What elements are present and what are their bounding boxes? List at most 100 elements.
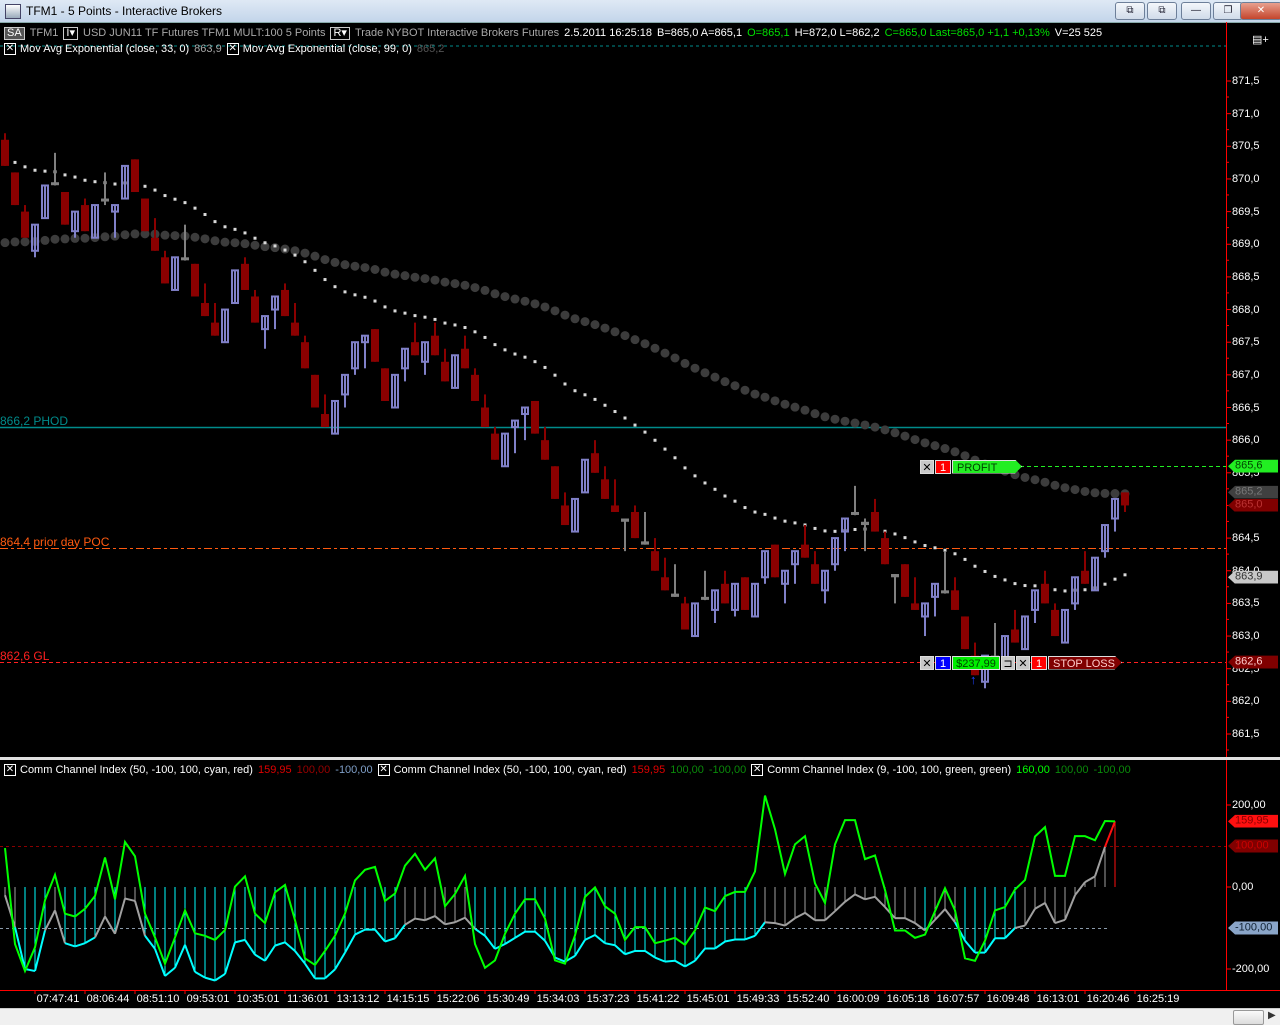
horizontal-scrollbar[interactable]: ▶: [0, 1008, 1280, 1025]
cci50-segment: [764, 921, 776, 925]
ema33-dot: [1033, 584, 1037, 588]
cci50-segment: [664, 959, 676, 963]
stop-order-label[interactable]: STOP LOSS: [1048, 655, 1122, 670]
ema33-dot: [33, 168, 37, 172]
ema99-dot: [1110, 489, 1120, 499]
cci50-segment: [574, 939, 586, 957]
ema33-dot: [163, 194, 167, 198]
reverse-position-icon[interactable]: ⊐: [1001, 655, 1015, 670]
ema33-dot: [1103, 582, 1107, 586]
cci50-segment: [794, 911, 806, 920]
entry-arrow-icon: ↑: [970, 672, 977, 687]
ema33-dot: [533, 360, 537, 364]
time-axis-label: 16:07:57: [936, 993, 980, 1005]
price-marker: 863,9: [1228, 570, 1278, 584]
price-axis-label: 862,0: [1232, 695, 1260, 708]
cci3-label[interactable]: Comm Channel Index (9, -100, 100, green,…: [767, 764, 1011, 776]
ema99-label[interactable]: Mov Avg Exponential (close, 99, 0): [243, 43, 412, 55]
cci50-segment: [1014, 924, 1026, 929]
cci2-label[interactable]: Comm Channel Index (50, -100, 100, cyan,…: [394, 764, 627, 776]
cci1-label[interactable]: Comm Channel Index (50, -100, 100, cyan,…: [20, 764, 253, 776]
candle-down: [381, 368, 389, 401]
ema33-dot: [913, 540, 917, 544]
remove-cci2-icon[interactable]: ✕: [377, 764, 390, 776]
profit-order-label[interactable]: PROFIT TGT: [952, 459, 1022, 474]
ema33-dot: [953, 552, 957, 556]
time-axis-label: 16:20:46: [1086, 993, 1130, 1005]
remove-cci3-icon[interactable]: ✕: [751, 764, 764, 776]
scrollbar-thumb[interactable]: [1233, 1010, 1264, 1025]
candle-down: [441, 361, 449, 382]
cci1-upper: 100,00: [296, 764, 331, 776]
close-position-icon[interactable]: ✕: [920, 655, 934, 670]
profit-target-order[interactable]: ✕ 1 PROFIT TGT: [920, 459, 1023, 474]
candle-down: [961, 616, 969, 650]
level-label: 864,4 prior day POC: [0, 534, 110, 549]
panel-menu-icon[interactable]: ▤+: [1252, 33, 1269, 46]
ema33-dot: [93, 180, 97, 184]
price-marker: 862,6: [1228, 655, 1278, 669]
ema99-dot: [900, 431, 910, 441]
chart-header: SA TFM1 I▾ USD JUN11 TF Futures TFM1 MUL…: [4, 26, 1107, 40]
cci50-segment: [324, 968, 336, 980]
ema99-dot: [120, 230, 130, 240]
ema99-dot: [810, 409, 820, 419]
remove-cci1-icon[interactable]: ✕: [4, 764, 16, 776]
price-axis-label: 864,5: [1232, 532, 1260, 545]
ema33-dot: [1063, 589, 1067, 593]
ema99-dot: [100, 232, 110, 242]
cci50-segment: [264, 945, 276, 962]
ema99-dot: [190, 232, 200, 242]
profit-order-qty[interactable]: 1: [935, 459, 951, 474]
candle-doji: [941, 590, 949, 594]
ema33-label[interactable]: Mov Avg Exponential (close, 33, 0): [20, 43, 189, 55]
cci-marker: 100,00: [1228, 839, 1278, 853]
ema99-dot: [360, 263, 370, 273]
ema33-dot: [543, 365, 547, 369]
ema99-dot: [940, 444, 950, 454]
ema99-dot: [1050, 480, 1060, 490]
candle-doji: [181, 257, 189, 261]
chart-canvas[interactable]: [0, 0, 1280, 1024]
cci50-segment: [284, 941, 296, 952]
price-axis-label: 863,0: [1232, 630, 1260, 643]
ema33-dot: [403, 311, 407, 315]
ema33-dot: [343, 290, 347, 294]
remove-ema99-icon[interactable]: ✕: [226, 43, 239, 55]
ema99-dot: [230, 238, 240, 248]
level-label: 862,6 GL: [0, 648, 50, 663]
price-axis-label: 870,0: [1232, 172, 1260, 185]
ema33-dot: [1123, 573, 1127, 577]
cci50-segment: [394, 924, 406, 939]
cci50-segment: [1094, 846, 1106, 877]
candle-doji: [851, 511, 859, 515]
ema99-dot: [330, 257, 340, 267]
cci50-segment: [184, 944, 196, 973]
cci50-segment: [1064, 894, 1076, 921]
account-dropdown[interactable]: SA: [4, 26, 25, 40]
cancel-stop-order-icon[interactable]: ✕: [1016, 655, 1030, 670]
position-qty[interactable]: 1: [935, 655, 951, 670]
candle-down: [11, 172, 19, 206]
time-axis-label: 15:52:40: [786, 993, 830, 1005]
scroll-right-arrow-icon[interactable]: ▶: [1268, 1010, 1276, 1021]
remove-ema33-icon[interactable]: ✕: [4, 43, 16, 55]
candle-down: [61, 192, 69, 225]
r-dropdown[interactable]: R▾: [330, 26, 350, 40]
candle-doji: [641, 541, 649, 545]
time-axis-label: 15:45:01: [686, 993, 730, 1005]
ema33-dot: [513, 352, 517, 356]
ema99-dot: [240, 239, 250, 249]
ema33-dot: [153, 188, 157, 192]
stop-loss-order[interactable]: ✕ 1 $237,99 ⊐ ✕ 1 STOP LOSS: [920, 655, 1123, 670]
interval-dropdown[interactable]: I▾: [63, 26, 78, 40]
cancel-profit-order-icon[interactable]: ✕: [920, 459, 934, 474]
ema33-dot: [353, 293, 357, 297]
candle-down: [81, 205, 89, 232]
ema99-dot: [470, 283, 480, 293]
price-axis-label: 871,0: [1232, 107, 1260, 120]
time-axis-label: 15:49:33: [736, 993, 780, 1005]
ema33-dot: [493, 343, 497, 347]
stop-order-qty[interactable]: 1: [1031, 655, 1047, 670]
cci50-segment: [604, 942, 616, 947]
